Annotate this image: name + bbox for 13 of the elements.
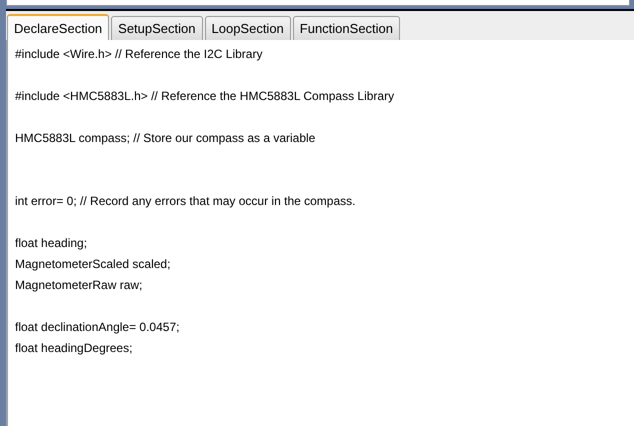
code-line: #include <HMC5883L.h> // Reference the HMC5883L Compass Library — [15, 88, 396, 105]
code-line: HMC5883L compass; // Store our compass as a variable — [15, 130, 316, 147]
code-line: float headingDegrees; — [15, 340, 134, 357]
code-line: MagnetometerScaled scaled; — [15, 256, 172, 273]
code-line: float heading; — [15, 235, 88, 252]
section-tab[interactable]: LoopSection — [204, 16, 291, 40]
code-line: MagnetometerRaw raw; — [15, 277, 144, 294]
section-tab[interactable]: SetupSection — [111, 16, 202, 40]
code-line: #include <Wire.h> // Reference the I2C Library — [15, 46, 264, 63]
section-tab[interactable]: DeclareSection — [7, 14, 110, 40]
code-line: int error= 0; // Record any errors that may occur in the compass. — [15, 193, 356, 210]
section-tab[interactable]: FunctionSection — [292, 16, 400, 40]
code-line: float declinationAngle= 0.0457; — [15, 319, 180, 336]
